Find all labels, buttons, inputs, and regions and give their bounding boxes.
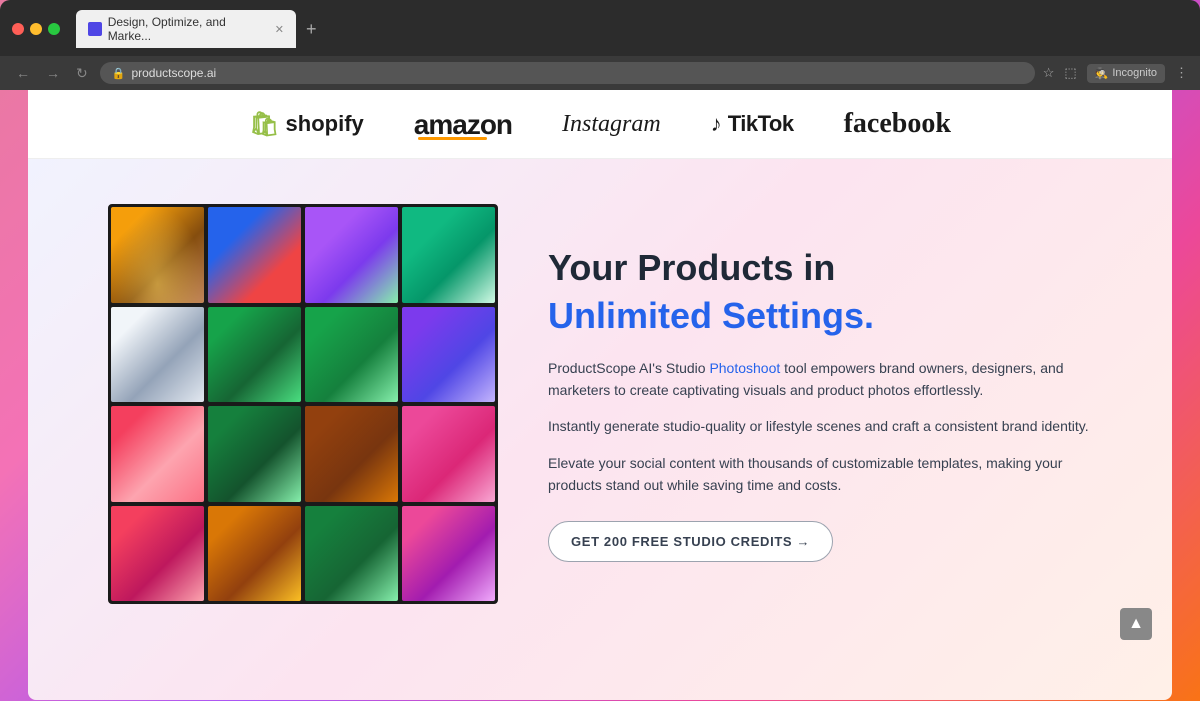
product-image-grid xyxy=(108,204,498,604)
forward-button[interactable]: → xyxy=(42,63,64,83)
grid-image-10 xyxy=(208,406,301,502)
tab-bar: Design, Optimize, and Marke... ✕ + xyxy=(76,10,1188,48)
refresh-button[interactable]: ↻ xyxy=(72,63,92,84)
grid-image-16 xyxy=(402,506,495,602)
grid-image-14 xyxy=(208,506,301,602)
grid-image-9 xyxy=(111,406,204,502)
headline-line1: Your Products in xyxy=(548,246,1092,289)
grid-image-1 xyxy=(111,207,204,303)
url-text: productscope.ai xyxy=(131,66,216,80)
traffic-lights xyxy=(12,23,60,35)
extensions-icon[interactable]: ⬚ xyxy=(1064,65,1076,81)
grid-image-7 xyxy=(305,307,398,403)
close-button[interactable] xyxy=(12,23,24,35)
page-content: 🛍 shopify amazon Instagram ♪ TikTok face… xyxy=(28,90,1172,700)
grid-image-6 xyxy=(208,307,301,403)
hero-text: Your Products in Unlimited Settings. Pro… xyxy=(548,246,1092,561)
description-1: ProductScope AI's Studio Photoshoot tool… xyxy=(548,357,1092,402)
new-tab-button[interactable]: + xyxy=(300,17,323,42)
active-tab[interactable]: Design, Optimize, and Marke... ✕ xyxy=(76,10,296,48)
lock-icon: 🔒 xyxy=(112,67,126,80)
tiktok-icon: ♪ xyxy=(711,111,722,137)
minimize-button[interactable] xyxy=(30,23,42,35)
grid-image-13 xyxy=(111,506,204,602)
titlebar: Design, Optimize, and Marke... ✕ + xyxy=(0,0,1200,56)
amazon-logo: amazon xyxy=(414,109,512,140)
grid-image-3 xyxy=(305,207,398,303)
main-content: Your Products in Unlimited Settings. Pro… xyxy=(28,159,1172,649)
grid-image-2 xyxy=(208,207,301,303)
address-bar[interactable]: 🔒 productscope.ai xyxy=(100,62,1035,84)
menu-icon[interactable]: ⋮ xyxy=(1175,65,1188,81)
desc1-prefix: ProductScope AI's Studio xyxy=(548,360,709,376)
incognito-label: Incognito xyxy=(1112,67,1157,79)
tab-title: Design, Optimize, and Marke... xyxy=(108,15,269,43)
browser-actions: ☆ ⬚ 🕵 Incognito ⋮ xyxy=(1043,64,1188,83)
description-2: Instantly generate studio-quality or lif… xyxy=(548,415,1092,437)
shopify-logo: 🛍 shopify xyxy=(249,110,364,139)
tiktok-logo: ♪ TikTok xyxy=(711,111,794,137)
shopify-icon: 🛍 xyxy=(249,110,279,139)
facebook-logo: facebook xyxy=(844,108,951,140)
amazon-text: amazon xyxy=(414,109,512,140)
cta-button[interactable]: GET 200 FREE STUDIO CREDITS → xyxy=(548,521,833,562)
grid-image-12 xyxy=(402,406,495,502)
maximize-button[interactable] xyxy=(48,23,60,35)
grid-image-8 xyxy=(402,307,495,403)
grid-image-4 xyxy=(402,207,495,303)
headline-line2: Unlimited Settings. xyxy=(548,294,1092,337)
instagram-logo: Instagram xyxy=(562,111,661,138)
browser-chrome: Design, Optimize, and Marke... ✕ + ← → ↻… xyxy=(0,0,1200,90)
tab-favicon xyxy=(88,22,102,36)
incognito-icon: 🕵 xyxy=(1095,67,1109,80)
photoshoot-link[interactable]: Photoshoot xyxy=(709,360,780,376)
tiktok-text: TikTok xyxy=(728,111,794,137)
shopify-text: shopify xyxy=(286,111,364,137)
instagram-text: Instagram xyxy=(562,111,661,138)
tab-close-icon[interactable]: ✕ xyxy=(275,23,284,36)
grid-image-11 xyxy=(305,406,398,502)
logos-bar: 🛍 shopify amazon Instagram ♪ TikTok face… xyxy=(28,90,1172,159)
grid-image-15 xyxy=(305,506,398,602)
browser-toolbar: ← → ↻ 🔒 productscope.ai ☆ ⬚ 🕵 Incognito … xyxy=(0,56,1200,90)
grid-image-5 xyxy=(111,307,204,403)
star-icon[interactable]: ☆ xyxy=(1043,65,1055,81)
facebook-text: facebook xyxy=(844,108,951,140)
description-3: Elevate your social content with thousan… xyxy=(548,452,1092,497)
back-button[interactable]: ← xyxy=(12,63,34,83)
scroll-up-button[interactable]: ▲ xyxy=(1120,608,1152,640)
incognito-badge: 🕵 Incognito xyxy=(1087,64,1165,83)
